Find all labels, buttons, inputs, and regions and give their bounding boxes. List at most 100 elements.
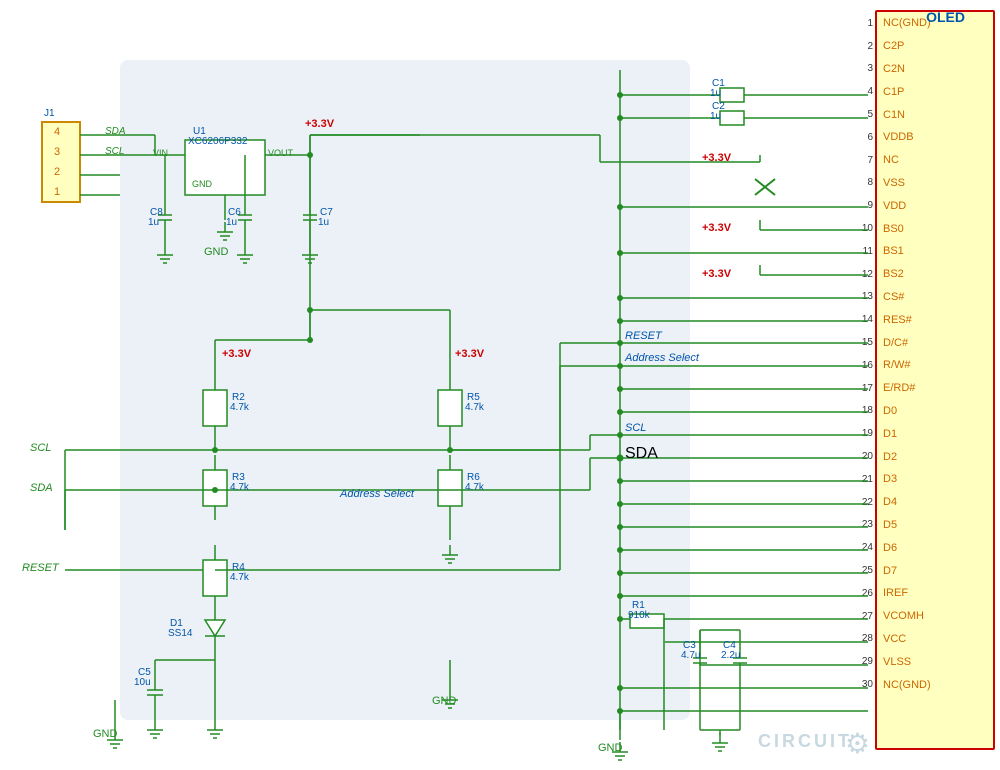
c1-val: 1u bbox=[710, 88, 721, 99]
oled-pin-14: 14RES# bbox=[877, 308, 993, 331]
oled-pin-19: 19D1 bbox=[877, 422, 993, 445]
oled-pin-label-13: CS# bbox=[877, 291, 904, 303]
c3-val: 4.7u bbox=[681, 650, 700, 661]
oled-pin-label-20: D2 bbox=[877, 451, 897, 463]
oled-pin-label-29: VLSS bbox=[877, 656, 911, 668]
watermark: CIRCUIT bbox=[758, 731, 852, 752]
oled-pin-11: 11BS1 bbox=[877, 240, 993, 263]
oled-pin-23: 23D5 bbox=[877, 514, 993, 537]
u1-value: XC6206P332 bbox=[188, 136, 248, 147]
oled-pin-label-17: E/RD# bbox=[877, 382, 915, 394]
oled-pin-label-21: D3 bbox=[877, 473, 897, 485]
oled-pin-number-7: 7 bbox=[867, 155, 877, 166]
c2-body bbox=[720, 111, 744, 125]
oled-pin-label-6: VDDB bbox=[877, 131, 914, 143]
c4-val: 2.2u bbox=[721, 650, 740, 661]
u1-vout: VOUT bbox=[268, 148, 293, 158]
sda-net-left: SDA bbox=[30, 482, 53, 494]
oled-pin-label-12: BS2 bbox=[877, 268, 904, 280]
oled-pin-number-21: 21 bbox=[862, 474, 877, 485]
oled-pin-number-9: 9 bbox=[867, 200, 877, 211]
oled-panel: 1NC(GND)2C2P3C2N4C1P5C1N6VDDB7NC8VSS9VDD… bbox=[875, 10, 995, 750]
oled-pin-number-12: 12 bbox=[862, 269, 877, 280]
address-select-net-right: Address Select bbox=[625, 352, 699, 364]
vcc-label-r5: +3.3V bbox=[455, 348, 484, 360]
oled-pin-number-1: 1 bbox=[867, 18, 877, 29]
oled-pin-label-18: D0 bbox=[877, 405, 897, 417]
oled-pin-label-23: D5 bbox=[877, 519, 897, 531]
oled-pin-number-5: 5 bbox=[867, 109, 877, 120]
oled-pin-number-4: 4 bbox=[867, 86, 877, 97]
oled-pin-5: 5C1N bbox=[877, 103, 993, 126]
oled-pin-27: 27VCOMH bbox=[877, 605, 993, 628]
oled-pin-25: 25D7 bbox=[877, 559, 993, 582]
oled-pin-16: 16R/W# bbox=[877, 354, 993, 377]
c6-val: 1u bbox=[226, 217, 237, 228]
reset-net-right: RESET bbox=[625, 330, 662, 342]
r2-val: 4.7k bbox=[230, 402, 249, 413]
oled-pin-label-2: C2P bbox=[877, 40, 904, 52]
oled-pin-label-1: NC(GND) bbox=[877, 17, 931, 29]
oled-pin-20: 20D2 bbox=[877, 445, 993, 468]
oled-pin-number-11: 11 bbox=[863, 246, 877, 257]
oled-pin-number-22: 22 bbox=[862, 497, 877, 508]
oled-pin-label-7: NC bbox=[877, 154, 899, 166]
oled-pin-6: 6VDDB bbox=[877, 126, 993, 149]
oled-pin-label-27: VCOMH bbox=[877, 610, 924, 622]
scl-label-top: SCL bbox=[105, 146, 124, 157]
oled-pin-number-26: 26 bbox=[862, 588, 877, 599]
oled-pin-label-24: D6 bbox=[877, 542, 897, 554]
c2-val: 1u bbox=[710, 111, 721, 122]
oled-pin-label-28: VCC bbox=[877, 633, 906, 645]
oled-pin-label-25: D7 bbox=[877, 565, 897, 577]
oled-pin-label-9: VDD bbox=[877, 200, 906, 212]
oled-header-title: OLED bbox=[926, 9, 965, 25]
oled-pin-4: 4C1P bbox=[877, 80, 993, 103]
oled-pin-number-8: 8 bbox=[867, 177, 877, 188]
oled-pin-number-3: 3 bbox=[867, 63, 877, 74]
oled-pin-number-19: 19 bbox=[862, 428, 877, 439]
oled-pin-15: 15D/C# bbox=[877, 331, 993, 354]
oled-pin-number-16: 16 bbox=[862, 360, 877, 371]
gnd-label-u1: GND bbox=[204, 246, 228, 258]
vcc-label-pin6: +3.3V bbox=[702, 152, 731, 164]
oled-pin-number-6: 6 bbox=[867, 132, 877, 143]
r6-val: 4.7k bbox=[465, 482, 484, 493]
oled-pin-label-4: C1P bbox=[877, 86, 904, 98]
oled-pin-number-24: 24 bbox=[862, 542, 877, 553]
scl-net-left: SCL bbox=[30, 442, 51, 454]
oled-pin-26: 26IREF bbox=[877, 582, 993, 605]
oled-pin-label-22: D4 bbox=[877, 496, 897, 508]
oled-pin-24: 24D6 bbox=[877, 536, 993, 559]
pcb-background bbox=[120, 60, 690, 720]
gnd-label-bottom-mid: GND bbox=[432, 695, 456, 707]
oled-pin-17: 17E/RD# bbox=[877, 377, 993, 400]
oled-pin-number-10: 10 bbox=[862, 223, 877, 234]
oled-pin-label-11: BS1 bbox=[877, 245, 904, 257]
oled-pin-number-13: 13 bbox=[862, 291, 877, 302]
u1-vin: VIN bbox=[153, 148, 168, 158]
oled-pin-10: 10BS0 bbox=[877, 217, 993, 240]
reset-net-left: RESET bbox=[22, 562, 59, 574]
oled-pin-30: 30NC(GND) bbox=[877, 673, 993, 696]
oled-pin-number-25: 25 bbox=[862, 565, 877, 576]
oled-pin-number-29: 29 bbox=[862, 656, 877, 667]
oled-pin-13: 13CS# bbox=[877, 286, 993, 309]
gnd-label-bottom-left: GND bbox=[93, 728, 117, 740]
oled-pin-label-5: C1N bbox=[877, 109, 905, 121]
j1-pins: 4321 bbox=[54, 122, 60, 202]
r5-val: 4.7k bbox=[465, 402, 484, 413]
c1-body bbox=[720, 88, 744, 102]
oled-pin-label-26: IREF bbox=[877, 587, 908, 599]
oled-pin-number-20: 20 bbox=[862, 451, 877, 462]
oled-pin-label-19: D1 bbox=[877, 428, 897, 440]
oled-pin-number-27: 27 bbox=[862, 611, 877, 622]
oled-pin-label-10: BS0 bbox=[877, 223, 904, 235]
sda-label-top: SDA bbox=[105, 126, 126, 137]
oled-pin-label-8: VSS bbox=[877, 177, 905, 189]
oled-pin-label-3: C2N bbox=[877, 63, 905, 75]
u1-gnd-pin: GND bbox=[192, 179, 212, 189]
sda-net-right: SDA bbox=[625, 445, 658, 463]
c8-val: 1u bbox=[148, 217, 159, 228]
oled-pin-label-16: R/W# bbox=[877, 359, 911, 371]
